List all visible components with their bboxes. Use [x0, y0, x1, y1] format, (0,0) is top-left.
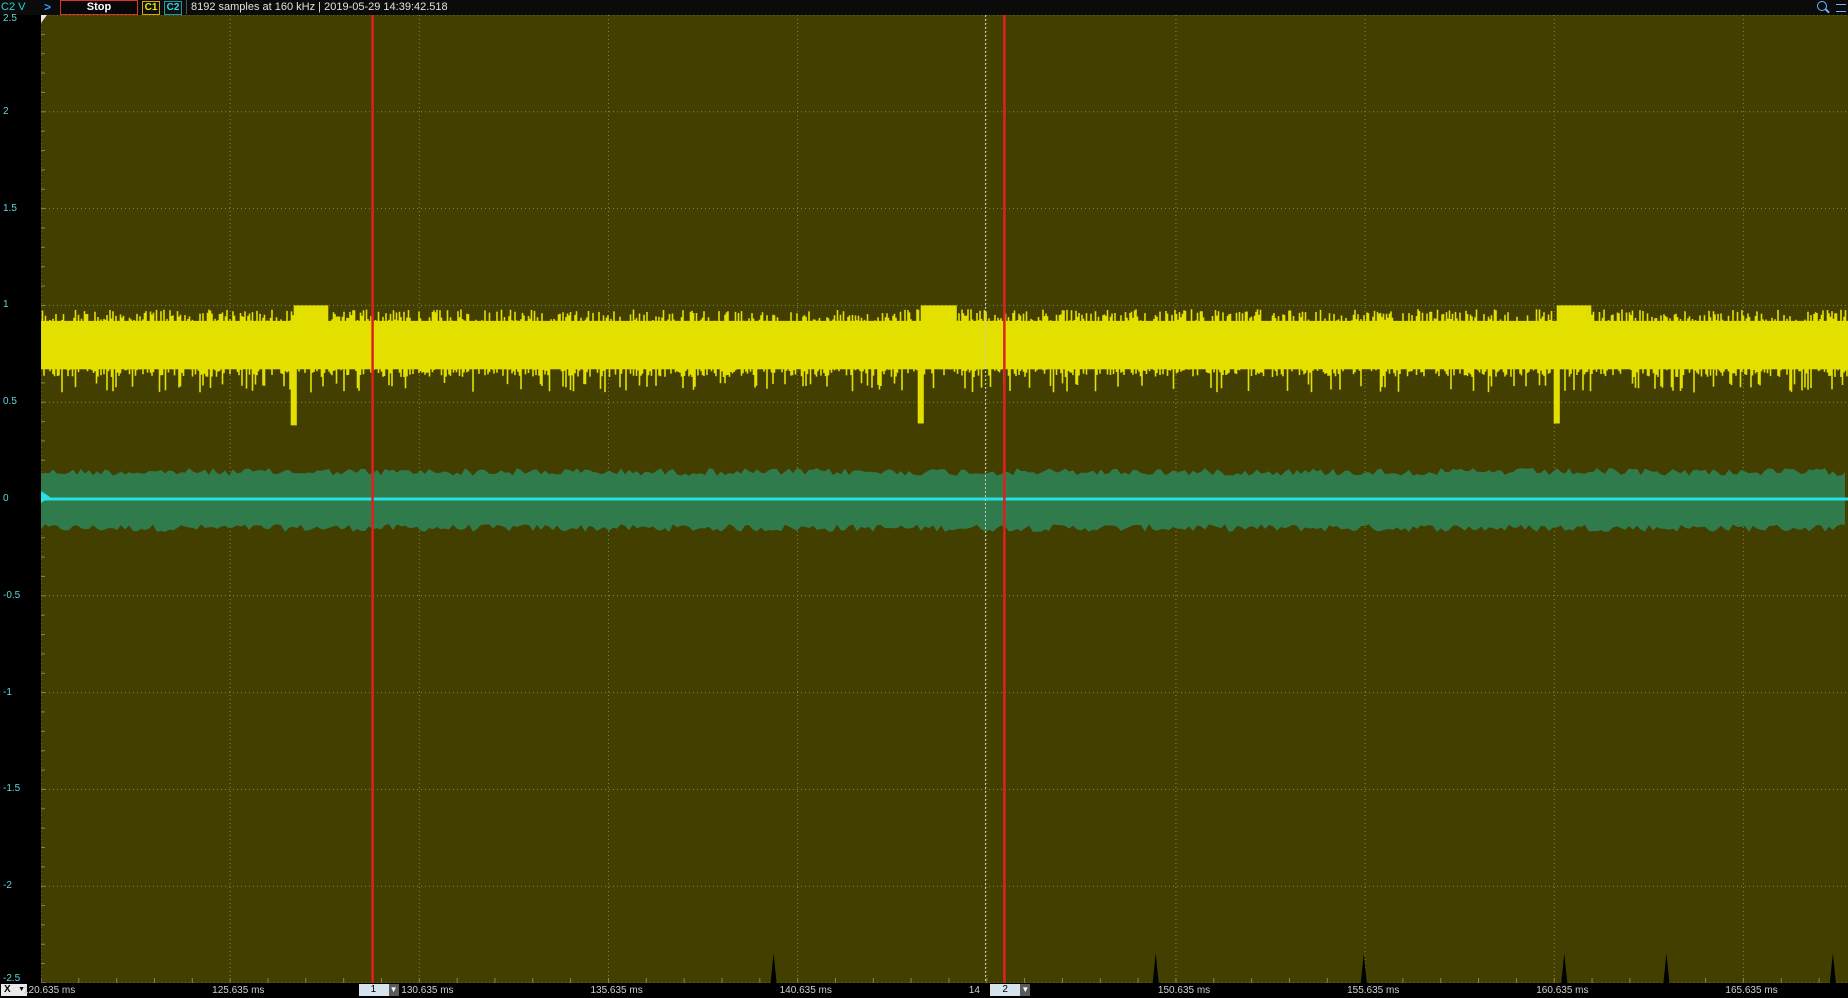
- x-tick-label: 120.635 ms: [23, 985, 76, 996]
- channel-2-trace: [41, 468, 1848, 532]
- chevron-down-icon[interactable]: ▼: [388, 984, 399, 996]
- zoom-icon[interactable]: [1817, 1, 1827, 11]
- x-tick-label: 165.635 ms: [1725, 985, 1778, 996]
- x-tick-label: 125.635 ms: [212, 985, 265, 996]
- y-axis[interactable]: 2.5 2 1.5 1 0.5 0 -0.5 -1 -1.5 -2 -2.5: [0, 13, 41, 984]
- cursor-2-tag[interactable]: 2 ▼: [990, 984, 1031, 996]
- y-tick-label: -0.5: [3, 589, 21, 601]
- cursor-1-tag[interactable]: 1 ▼: [358, 984, 399, 996]
- y-tick-label: 0.5: [3, 396, 17, 408]
- y-tick-label: 2.5: [3, 13, 17, 24]
- menu-icon[interactable]: [1836, 4, 1846, 12]
- x-tick-label: 14: [968, 985, 980, 996]
- x-tick-label: 160.635 ms: [1536, 985, 1589, 996]
- x-tick-label: 130.635 ms: [401, 985, 454, 996]
- x-axis[interactable]: X ▼ 120.635 ms 125.635 ms 130.635 ms 135.63…: [0, 983, 1848, 998]
- y-tick-label: 2: [3, 105, 9, 117]
- y-tick-label: 1: [3, 299, 9, 311]
- acquisition-info: 8192 samples at 160 kHz | 2019-05-29 14:…: [186, 0, 448, 14]
- y-tick-label: -1.5: [3, 783, 21, 795]
- y-tick-label: 1.5: [3, 202, 17, 214]
- y-tick-label: -2: [3, 880, 12, 892]
- cursor-tag-label: 2: [1002, 984, 1008, 995]
- x-tick-label: 140.635 ms: [779, 985, 832, 996]
- y-tick-label: -1: [3, 686, 12, 698]
- channel-2-button[interactable]: C2: [164, 1, 182, 15]
- stop-button[interactable]: Stop: [60, 0, 138, 15]
- y-tick-label: 0: [3, 493, 9, 504]
- toolbar: C2 V > Stop C1 C2 8192 samples at 160 kH…: [0, 0, 1848, 16]
- x-tick-label: 155.635 ms: [1347, 985, 1400, 996]
- channel-1-button[interactable]: C1: [142, 1, 160, 15]
- cursor-tag-label: 1: [370, 984, 377, 995]
- x-tick-label: 150.635 ms: [1157, 985, 1211, 996]
- x-axis-channel-label: X: [4, 984, 11, 995]
- vertical-unit-label: C2 V: [1, 1, 26, 13]
- x-tick-label: 135.635 ms: [590, 985, 643, 996]
- run-arrow-icon[interactable]: >: [44, 0, 51, 14]
- chevron-down-icon[interactable]: ▼: [1020, 984, 1031, 996]
- scope-plot[interactable]: [41, 15, 1848, 983]
